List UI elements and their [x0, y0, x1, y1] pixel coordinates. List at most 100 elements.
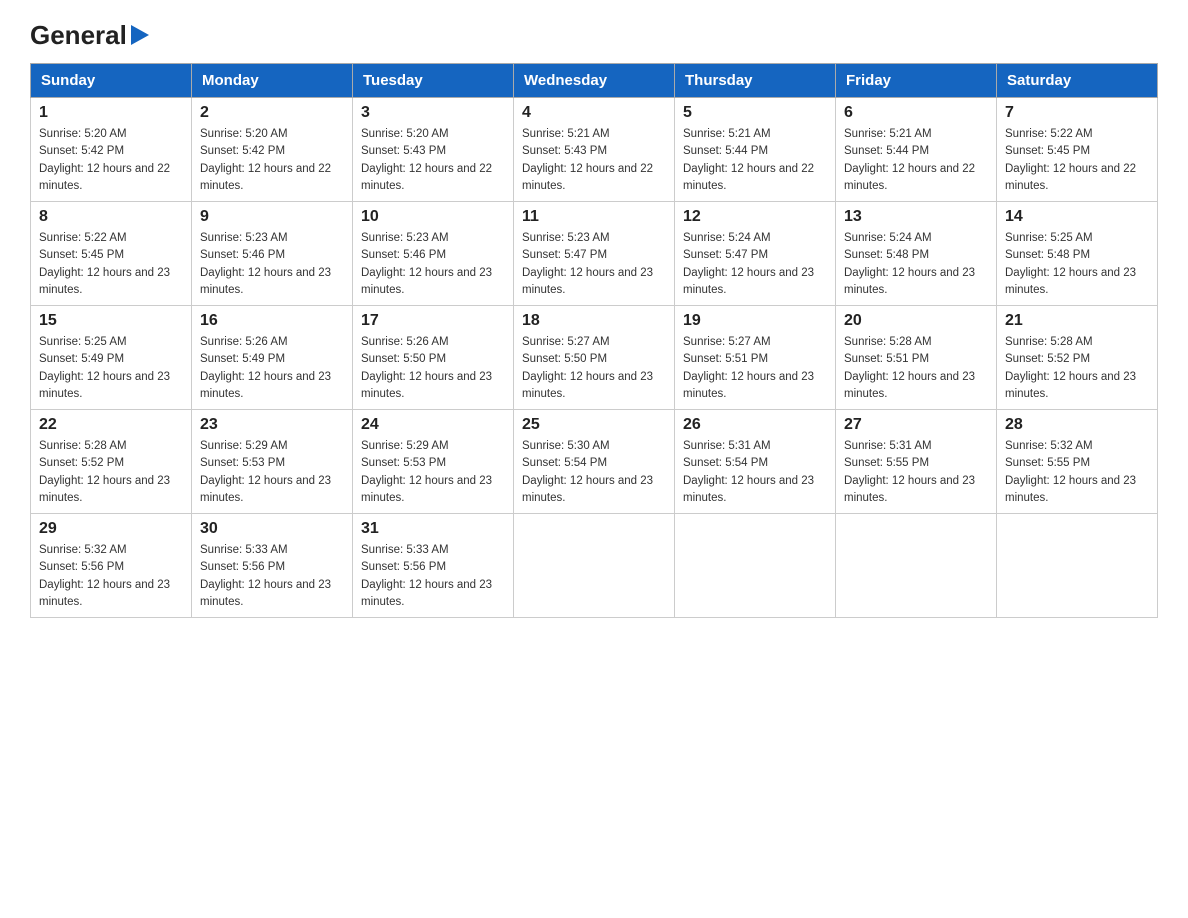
calendar-cell: 29 Sunrise: 5:32 AMSunset: 5:56 PMDayligh…: [31, 514, 192, 618]
calendar-header-friday: Friday: [836, 64, 997, 98]
day-number: 17: [361, 312, 505, 330]
calendar-cell: [836, 514, 997, 618]
calendar-cell: 31Sunrise: 5:33 AMSunset: 5:56 PMDayligh…: [353, 514, 514, 618]
day-number: 22: [39, 416, 183, 434]
calendar-cell: 2Sunrise: 5:20 AMSunset: 5:42 PMDaylight…: [192, 98, 353, 202]
logo-text: General: [30, 20, 149, 51]
calendar-cell: 11 Sunrise: 5:23 AMSunset: 5:47 PMDayligh…: [514, 202, 675, 306]
calendar-cell: 7 Sunrise: 5:22 AMSunset: 5:45 PMDaylight…: [997, 98, 1158, 202]
calendar-header-wednesday: Wednesday: [514, 64, 675, 98]
calendar-cell: 5 Sunrise: 5:21 AMSunset: 5:44 PMDaylight…: [675, 98, 836, 202]
calendar-cell: 23 Sunrise: 5:29 AMSunset: 5:53 PMDayligh…: [192, 410, 353, 514]
calendar-cell: 3Sunrise: 5:20 AMSunset: 5:43 PMDaylight…: [353, 98, 514, 202]
calendar-cell: [997, 514, 1158, 618]
day-number: 30: [200, 520, 344, 538]
day-number: 20: [844, 312, 988, 330]
day-info: Sunrise: 5:23 AMSunset: 5:47 PMDaylight:…: [522, 230, 666, 299]
day-info: Sunrise: 5:32 AMSunset: 5:55 PMDaylight:…: [1005, 438, 1149, 507]
day-number: 26: [683, 416, 827, 434]
calendar-cell: 28 Sunrise: 5:32 AMSunset: 5:55 PMDayligh…: [997, 410, 1158, 514]
day-info: Sunrise: 5:30 AMSunset: 5:54 PMDaylight:…: [522, 438, 666, 507]
calendar-cell: 4Sunrise: 5:21 AMSunset: 5:43 PMDaylight…: [514, 98, 675, 202]
calendar-cell: 8Sunrise: 5:22 AMSunset: 5:45 PMDaylight…: [31, 202, 192, 306]
calendar-cell: [675, 514, 836, 618]
day-info: Sunrise: 5:26 AMSunset: 5:49 PMDaylight:…: [200, 334, 344, 403]
day-info: Sunrise: 5:31 AMSunset: 5:54 PMDaylight:…: [683, 438, 827, 507]
day-number: 11: [522, 208, 666, 226]
day-number: 14: [1005, 208, 1149, 226]
calendar-week-row: 22 Sunrise: 5:28 AMSunset: 5:52 PMDayligh…: [31, 410, 1158, 514]
calendar-header-sunday: Sunday: [31, 64, 192, 98]
day-number: 16: [200, 312, 344, 330]
calendar-cell: 16 Sunrise: 5:26 AMSunset: 5:49 PMDayligh…: [192, 306, 353, 410]
day-number: 31: [361, 520, 505, 538]
day-info: Sunrise: 5:28 AMSunset: 5:51 PMDaylight:…: [844, 334, 988, 403]
day-number: 23: [200, 416, 344, 434]
logo-arrow-icon: [131, 25, 149, 45]
day-info: Sunrise: 5:28 AMSunset: 5:52 PMDaylight:…: [1005, 334, 1149, 403]
calendar-cell: 21 Sunrise: 5:28 AMSunset: 5:52 PMDayligh…: [997, 306, 1158, 410]
day-info: Sunrise: 5:25 AMSunset: 5:49 PMDaylight:…: [39, 334, 183, 403]
day-info: Sunrise: 5:31 AMSunset: 5:55 PMDaylight:…: [844, 438, 988, 507]
calendar-week-row: 29 Sunrise: 5:32 AMSunset: 5:56 PMDayligh…: [31, 514, 1158, 618]
day-info: Sunrise: 5:23 AMSunset: 5:46 PMDaylight:…: [200, 230, 344, 299]
calendar-cell: 19Sunrise: 5:27 AMSunset: 5:51 PMDayligh…: [675, 306, 836, 410]
calendar-week-row: 8Sunrise: 5:22 AMSunset: 5:45 PMDaylight…: [31, 202, 1158, 306]
calendar-cell: 26 Sunrise: 5:31 AMSunset: 5:54 PMDayligh…: [675, 410, 836, 514]
day-number: 1: [39, 104, 183, 122]
day-number: 12: [683, 208, 827, 226]
day-number: 21: [1005, 312, 1149, 330]
calendar-header-row: SundayMondayTuesdayWednesdayThursdayFrid…: [31, 64, 1158, 98]
calendar-cell: 6Sunrise: 5:21 AMSunset: 5:44 PMDaylight…: [836, 98, 997, 202]
day-info: Sunrise: 5:28 AMSunset: 5:52 PMDaylight:…: [39, 438, 183, 507]
calendar-header-saturday: Saturday: [997, 64, 1158, 98]
day-number: 27: [844, 416, 988, 434]
calendar-cell: 18Sunrise: 5:27 AMSunset: 5:50 PMDayligh…: [514, 306, 675, 410]
day-info: Sunrise: 5:33 AMSunset: 5:56 PMDaylight:…: [200, 542, 344, 611]
calendar-cell: 25 Sunrise: 5:30 AMSunset: 5:54 PMDayligh…: [514, 410, 675, 514]
day-number: 10: [361, 208, 505, 226]
logo: General: [30, 20, 149, 45]
day-info: Sunrise: 5:21 AMSunset: 5:44 PMDaylight:…: [844, 126, 988, 195]
day-info: Sunrise: 5:24 AMSunset: 5:48 PMDaylight:…: [844, 230, 988, 299]
day-info: Sunrise: 5:20 AMSunset: 5:42 PMDaylight:…: [200, 126, 344, 195]
day-info: Sunrise: 5:25 AMSunset: 5:48 PMDaylight:…: [1005, 230, 1149, 299]
day-number: 9: [200, 208, 344, 226]
day-info: Sunrise: 5:20 AMSunset: 5:43 PMDaylight:…: [361, 126, 505, 195]
calendar-header-monday: Monday: [192, 64, 353, 98]
calendar-week-row: 15 Sunrise: 5:25 AMSunset: 5:49 PMDayligh…: [31, 306, 1158, 410]
calendar-cell: 24Sunrise: 5:29 AMSunset: 5:53 PMDayligh…: [353, 410, 514, 514]
calendar-cell: [514, 514, 675, 618]
day-number: 19: [683, 312, 827, 330]
day-number: 25: [522, 416, 666, 434]
day-info: Sunrise: 5:22 AMSunset: 5:45 PMDaylight:…: [1005, 126, 1149, 195]
day-info: Sunrise: 5:23 AMSunset: 5:46 PMDaylight:…: [361, 230, 505, 299]
day-number: 7: [1005, 104, 1149, 122]
day-number: 13: [844, 208, 988, 226]
day-number: 29: [39, 520, 183, 538]
day-info: Sunrise: 5:21 AMSunset: 5:44 PMDaylight:…: [683, 126, 827, 195]
calendar-week-row: 1 Sunrise: 5:20 AMSunset: 5:42 PMDaylight…: [31, 98, 1158, 202]
day-number: 15: [39, 312, 183, 330]
calendar-cell: 20 Sunrise: 5:28 AMSunset: 5:51 PMDayligh…: [836, 306, 997, 410]
day-info: Sunrise: 5:27 AMSunset: 5:50 PMDaylight:…: [522, 334, 666, 403]
calendar-header-thursday: Thursday: [675, 64, 836, 98]
calendar-cell: 15 Sunrise: 5:25 AMSunset: 5:49 PMDayligh…: [31, 306, 192, 410]
calendar-cell: 10 Sunrise: 5:23 AMSunset: 5:46 PMDayligh…: [353, 202, 514, 306]
calendar-table: SundayMondayTuesdayWednesdayThursdayFrid…: [30, 63, 1158, 618]
day-info: Sunrise: 5:22 AMSunset: 5:45 PMDaylight:…: [39, 230, 183, 299]
calendar-cell: 17Sunrise: 5:26 AMSunset: 5:50 PMDayligh…: [353, 306, 514, 410]
day-number: 28: [1005, 416, 1149, 434]
day-info: Sunrise: 5:32 AMSunset: 5:56 PMDaylight:…: [39, 542, 183, 611]
day-number: 5: [683, 104, 827, 122]
day-info: Sunrise: 5:29 AMSunset: 5:53 PMDaylight:…: [200, 438, 344, 507]
day-info: Sunrise: 5:29 AMSunset: 5:53 PMDaylight:…: [361, 438, 505, 507]
day-number: 4: [522, 104, 666, 122]
calendar-cell: 27 Sunrise: 5:31 AMSunset: 5:55 PMDayligh…: [836, 410, 997, 514]
page-header: General: [30, 20, 1158, 45]
calendar-cell: 1Sunrise: 5:20 AMSunset: 5:42 PMDaylight…: [31, 98, 192, 202]
calendar-cell: 14 Sunrise: 5:25 AMSunset: 5:48 PMDayligh…: [997, 202, 1158, 306]
day-info: Sunrise: 5:24 AMSunset: 5:47 PMDaylight:…: [683, 230, 827, 299]
calendar-cell: 30 Sunrise: 5:33 AMSunset: 5:56 PMDayligh…: [192, 514, 353, 618]
calendar-header-tuesday: Tuesday: [353, 64, 514, 98]
